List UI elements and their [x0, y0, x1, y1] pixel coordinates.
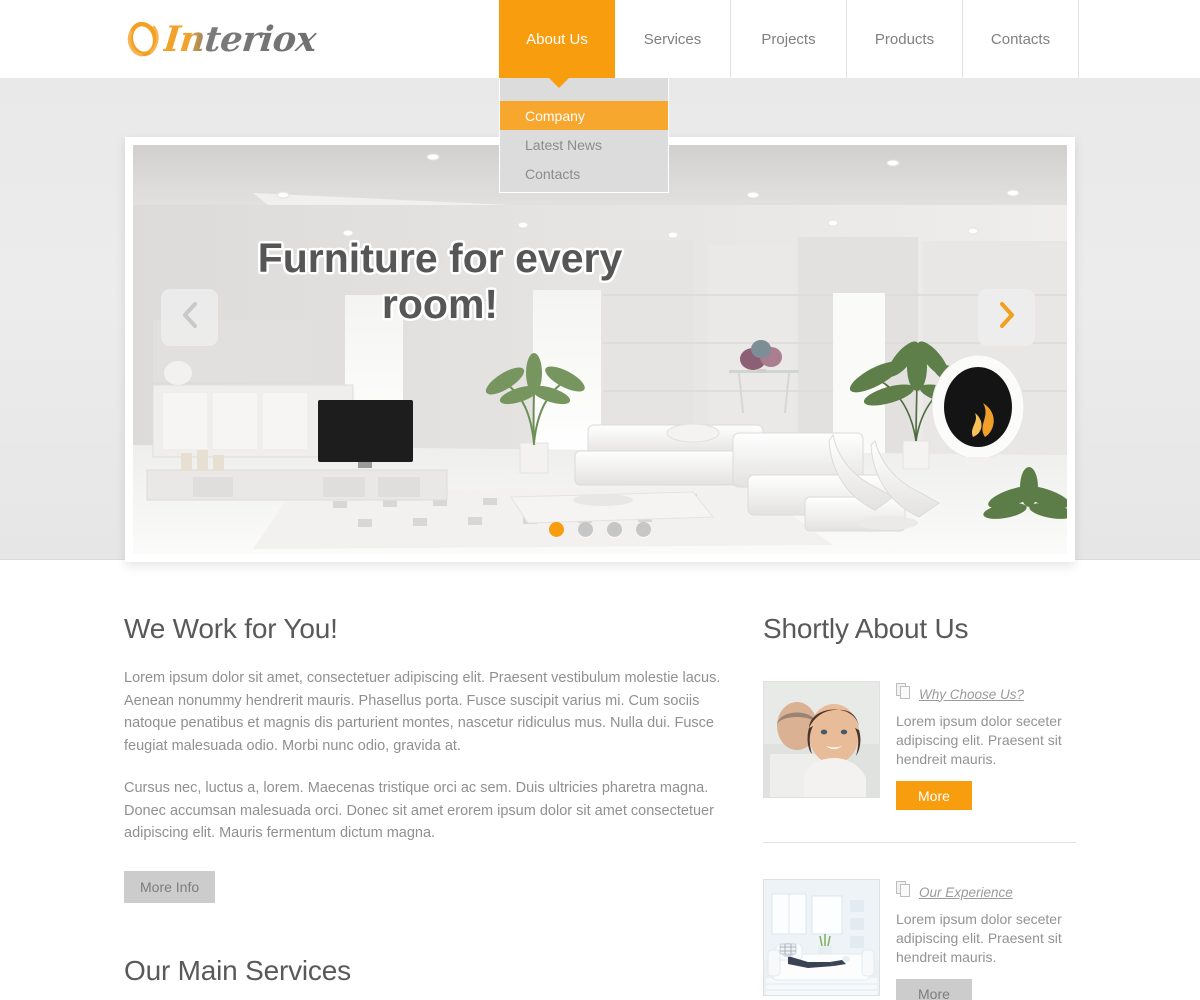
dropdown-item-contacts[interactable]: Contacts	[500, 159, 668, 188]
nav-item-contacts[interactable]: Contacts	[963, 0, 1079, 78]
sidebar-block-header: Why Choose Us?	[896, 683, 1076, 705]
nav-item-about-us[interactable]: About Us	[499, 0, 615, 78]
dropdown-label: Contacts	[525, 165, 581, 182]
slider-frame: Furniture for every room!	[125, 137, 1075, 562]
sidebar-divider	[763, 842, 1076, 843]
intro-paragraph-1: Lorem ipsum dolor sit amet, consectetuer…	[124, 670, 721, 754]
sidebar-link-our-experience[interactable]: Our Experience	[919, 885, 1013, 900]
left-column: We Work for You! Lorem ipsum dolor sit a…	[124, 561, 724, 987]
sidebar-link-why-choose-us[interactable]: Why Choose Us?	[919, 687, 1024, 702]
sidebar-block-body: Our Experience Lorem ipsum dolor seceter…	[896, 879, 1076, 1000]
chevron-right-icon	[997, 300, 1017, 335]
interior-room-illustration	[133, 145, 1067, 554]
sidebar-block-our-experience: Our Experience Lorem ipsum dolor seceter…	[763, 879, 1076, 1000]
services-heading: Our Main Services	[124, 954, 351, 986]
sidebar-button-wrap: More	[896, 781, 1076, 810]
slide-caption: Furniture for every room!	[257, 235, 623, 327]
nav-label: Contacts	[990, 30, 1051, 48]
more-info-wrap: More Info	[124, 870, 724, 903]
chevron-left-icon	[180, 300, 200, 335]
nav-label: About Us	[526, 30, 588, 48]
sidebar-block-body: Why Choose Us? Lorem ipsum dolor seceter…	[896, 681, 1076, 810]
thumbnail-man-on-sofa-photo[interactable]	[763, 879, 880, 996]
site-logo[interactable]: Interiox	[124, 14, 319, 64]
sidebar-block-why-choose-us: Why Choose Us? Lorem ipsum dolor seceter…	[763, 681, 1076, 810]
slider-dot-3[interactable]	[607, 522, 622, 537]
sidebar-block-text: Lorem ipsum dolor seceter adipiscing eli…	[896, 713, 1062, 767]
sidebar-heading: Shortly About Us	[763, 613, 969, 644]
documents-icon	[896, 881, 911, 903]
slider-next-button[interactable]	[978, 289, 1035, 346]
intro-paragraph-2: Cursus nec, luctus a, lorem. Maecenas tr…	[124, 780, 714, 841]
dropdown-item-company[interactable]: Company	[500, 101, 668, 130]
thumbnail-couple-photo[interactable]	[763, 681, 880, 798]
sidebar-block-text: Lorem ipsum dolor seceter adipiscing eli…	[896, 911, 1062, 965]
right-sidebar: Shortly About Us Why Choose Us? Lorem ip…	[763, 561, 1076, 1000]
slide-image: Furniture for every room!	[133, 145, 1067, 554]
nav-label: Services	[643, 30, 702, 48]
dropdown-label: Company	[525, 107, 585, 124]
nav-label: Products	[874, 30, 935, 48]
dropdown-item-latest-news[interactable]: Latest News	[500, 130, 668, 159]
slider-prev-button[interactable]	[161, 289, 218, 346]
nav-item-projects[interactable]: Projects	[731, 0, 847, 78]
slider-pagination	[0, 522, 1200, 537]
brush-circle-icon	[124, 19, 162, 59]
about-us-dropdown-menu: Company Latest News Contacts	[499, 77, 669, 193]
slider-dot-2[interactable]	[578, 522, 593, 537]
nav-item-products[interactable]: Products	[847, 0, 963, 78]
more-button-why-choose-us[interactable]: More	[896, 781, 972, 810]
slider-dot-4[interactable]	[636, 522, 651, 537]
page-title: We Work for You!	[124, 613, 338, 644]
sidebar-button-wrap: More	[896, 979, 1076, 1000]
logo-wordmark: Interiox	[161, 18, 319, 60]
more-info-button[interactable]: More Info	[124, 870, 216, 903]
page-root: Interiox About Us Services Projects Prod…	[0, 0, 1200, 1000]
sidebar-block-header: Our Experience	[896, 881, 1076, 903]
site-header: Interiox About Us Services Projects Prod…	[0, 0, 1200, 78]
documents-icon	[896, 683, 911, 705]
more-button-our-experience[interactable]: More	[896, 979, 972, 1000]
nav-label: Projects	[761, 30, 816, 48]
main-navigation: About Us Services Projects Products Cont…	[499, 0, 1079, 78]
nav-item-services[interactable]: Services	[615, 0, 731, 78]
dropdown-label: Latest News	[525, 136, 603, 153]
slider-dot-1[interactable]	[549, 522, 564, 537]
dropdown-pointer-icon	[548, 77, 570, 88]
